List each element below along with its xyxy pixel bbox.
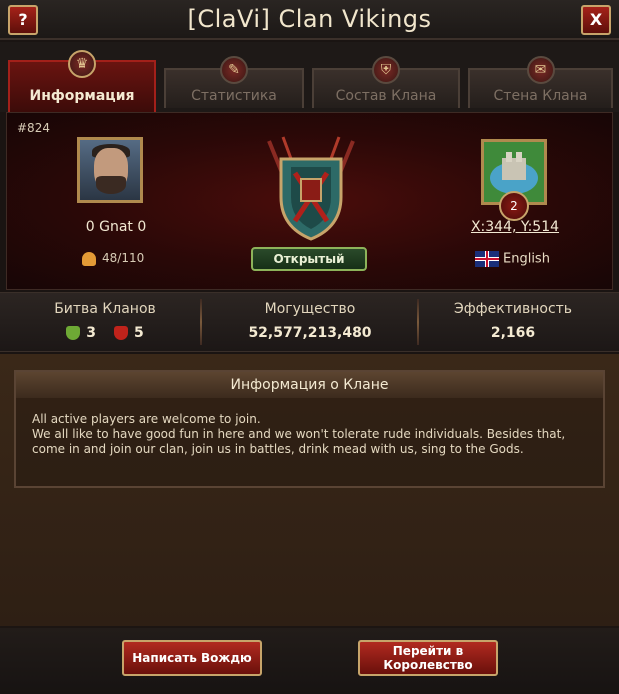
- clan-info-box: Информация о Клане All active players ar…: [14, 370, 605, 488]
- wall-icon: ✉: [526, 56, 555, 84]
- divider: [200, 299, 202, 345]
- clan-battle-label: Битва Кланов: [54, 301, 156, 317]
- clan-battle-values: 35: [20, 325, 190, 341]
- leader-name[interactable]: 0 Gnat 0: [61, 219, 171, 235]
- clan-emblem-icon: [267, 136, 355, 241]
- castle-level-badge: 2: [499, 191, 529, 221]
- uk-flag-icon: [475, 251, 499, 267]
- broken-shield-icon: [114, 326, 128, 340]
- efficiency-label: Эффективность: [453, 301, 573, 317]
- close-button[interactable]: X: [581, 5, 611, 35]
- description-area: Информация о Клане All active players ar…: [0, 354, 619, 628]
- clan-status-badge: Открытый: [251, 247, 367, 271]
- member-count: 48/110: [82, 251, 144, 266]
- footer-bar: Написать Вождю Перейти в Королевство: [0, 628, 619, 694]
- wins-value: 3: [86, 325, 96, 341]
- power-label: Могущество: [264, 301, 356, 317]
- losses-value: 5: [134, 325, 144, 341]
- title-bar: ? [ClaVi] Clan Vikings X: [0, 0, 619, 40]
- stats-bar: Битва Кланов 35 Могущество 52,577,213,48…: [0, 292, 619, 352]
- tab-statistics-label: Статистика: [191, 88, 277, 104]
- tab-info-label: Информация: [29, 88, 135, 104]
- tab-bar: ♛ Информация ✎ Статистика ⛨ Состав Клана…: [0, 42, 619, 112]
- tab-info[interactable]: ♛ Информация: [8, 50, 156, 112]
- members-icon: [82, 251, 96, 266]
- tab-members-label: Состав Клана: [335, 88, 437, 104]
- crown-icon: ♛: [68, 50, 96, 78]
- tab-wall-label: Стена Клана: [493, 88, 588, 104]
- tab-members[interactable]: ⛨ Состав Клана: [312, 56, 460, 108]
- clan-language: English: [475, 251, 550, 267]
- clan-description: All active players are welcome to join. …: [32, 412, 566, 456]
- window-title: [ClaVi] Clan Vikings: [187, 5, 432, 33]
- divider: [417, 299, 419, 345]
- coordinates-link[interactable]: X:344, Y:514: [455, 219, 575, 235]
- efficiency-value: 2,166: [490, 325, 536, 341]
- scroll-icon: ✎: [220, 56, 248, 84]
- avatar-beard: [96, 176, 126, 194]
- message-leader-button[interactable]: Написать Вождю: [122, 640, 262, 676]
- clan-info-title: Информация о Клане: [16, 372, 603, 398]
- efficiency-stat: Эффективность 2,166: [428, 301, 598, 351]
- clan-info-panel: #824 0 Gnat 0 48/110 Открытый 2 X:344, Y…: [6, 112, 613, 290]
- leader-avatar[interactable]: [77, 137, 143, 203]
- power-stat: Могущество 52,577,213,480: [212, 301, 408, 351]
- clan-battle-stat: Битва Кланов 35: [20, 301, 190, 351]
- trophy-icon: [66, 326, 81, 340]
- clan-id: #824: [17, 121, 50, 135]
- shield-icon: ⛨: [372, 56, 400, 84]
- member-count-value: 48/110: [102, 251, 145, 265]
- tab-wall[interactable]: ✉ Стена Клана: [468, 56, 613, 108]
- tab-statistics[interactable]: ✎ Статистика: [164, 56, 304, 108]
- power-value: 52,577,213,480: [248, 325, 372, 341]
- go-to-kingdom-button[interactable]: Перейти в Королевство: [358, 640, 498, 676]
- language-label: English: [503, 251, 550, 267]
